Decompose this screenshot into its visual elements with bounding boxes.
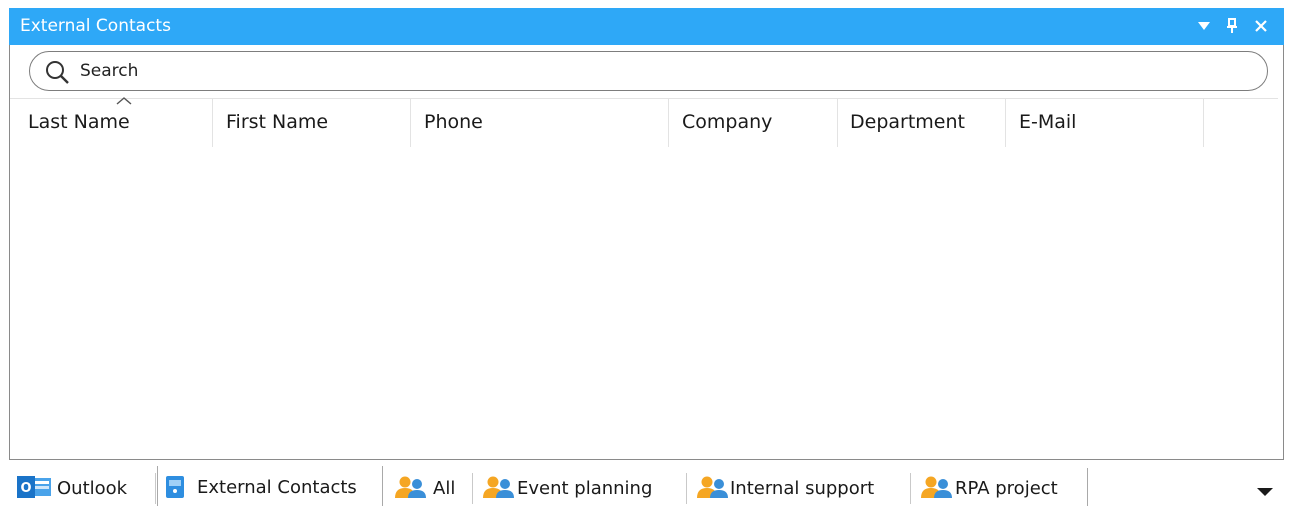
column-label: First Name: [226, 111, 329, 133]
tab-label: External Contacts: [197, 477, 357, 498]
tab-label: All: [433, 478, 456, 499]
column-header-department[interactable]: Department: [838, 99, 1006, 147]
group-icon: [395, 476, 426, 498]
sort-ascending-icon: [116, 97, 132, 105]
search-input[interactable]: [80, 58, 1250, 84]
column-label: E-Mail: [1019, 111, 1077, 133]
group-icon: [697, 476, 728, 498]
group-icon: [483, 476, 514, 498]
column-label: Department: [850, 111, 965, 133]
tab-overflow-chevron-down-icon[interactable]: [1254, 485, 1276, 499]
tab-rpa-project[interactable]: RPA project: [912, 468, 1088, 506]
tab-separator: [686, 473, 687, 504]
svg-text:O: O: [20, 481, 31, 496]
tab-event-planning[interactable]: Event planning: [474, 468, 684, 506]
contacts-grid-body[interactable]: [10, 147, 1283, 459]
group-icon: [921, 476, 952, 498]
outlook-icon: O: [17, 476, 51, 498]
column-header-last-name[interactable]: Last Name: [10, 97, 213, 147]
tab-label: Outlook: [57, 478, 128, 499]
tab-external-contacts[interactable]: External Contacts: [157, 466, 383, 506]
tab-label: Event planning: [517, 478, 653, 499]
column-label: Company: [682, 111, 773, 133]
tab-separator: [910, 473, 911, 504]
tab-separator: [155, 473, 156, 504]
panel-title-bar[interactable]: External Contacts: [9, 8, 1284, 45]
tab-label: RPA project: [955, 478, 1058, 499]
column-header-phone[interactable]: Phone: [411, 99, 669, 147]
panel-title: External Contacts: [20, 16, 171, 36]
tab-separator: [472, 473, 473, 504]
column-header-company[interactable]: Company: [669, 99, 838, 147]
search-icon: [46, 61, 69, 84]
tab-internal-support[interactable]: Internal support: [688, 468, 908, 506]
column-label: Phone: [424, 111, 483, 133]
pin-icon[interactable]: [1222, 15, 1242, 37]
tab-label: Internal support: [730, 478, 875, 499]
column-header-email[interactable]: E-Mail: [1006, 99, 1204, 147]
column-label: Last Name: [28, 111, 130, 133]
tab-all[interactable]: All: [387, 468, 470, 506]
window-position-dropdown-icon[interactable]: [1194, 15, 1214, 37]
tab-outlook[interactable]: O Outlook: [14, 468, 152, 506]
search-box[interactable]: [29, 51, 1268, 91]
address-book-icon: [166, 476, 184, 498]
close-icon[interactable]: [1251, 15, 1271, 37]
column-header-first-name[interactable]: First Name: [213, 99, 411, 147]
